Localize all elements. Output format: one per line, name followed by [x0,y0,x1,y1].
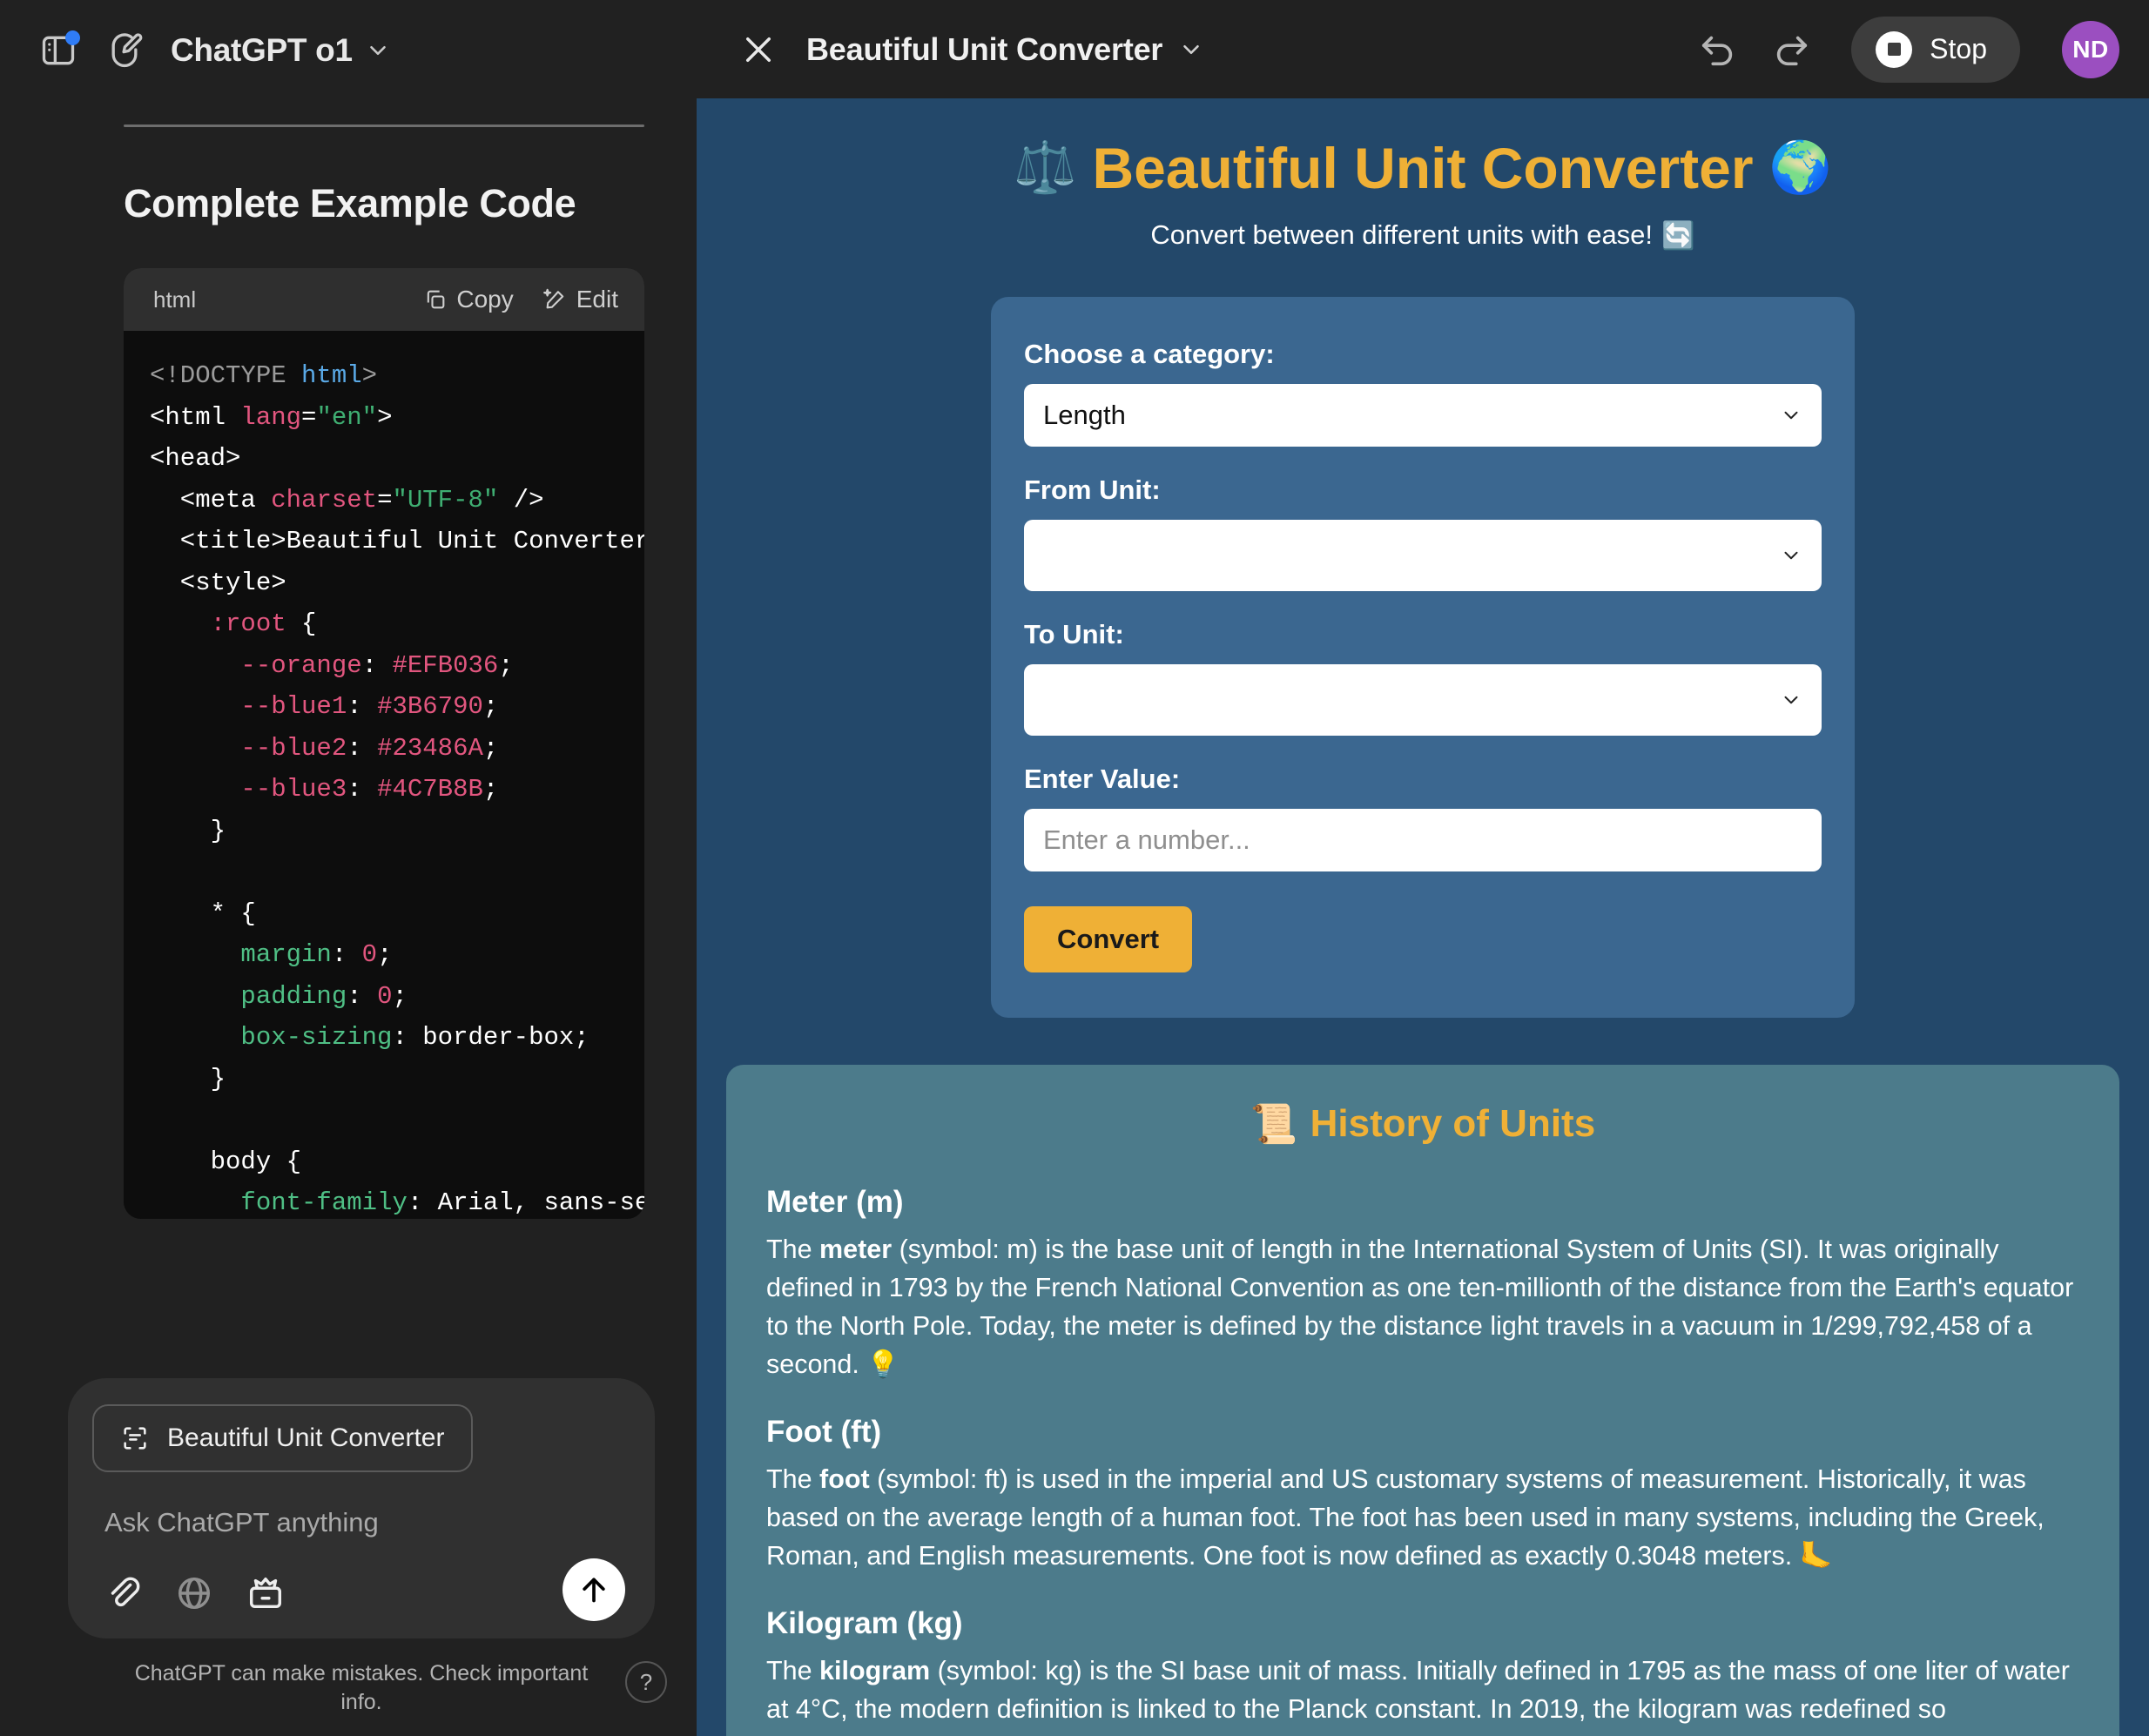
chevron-down-icon [1183,44,1200,54]
history-card: 📜 History of Units Meter (m) The meter (… [726,1064,2119,1736]
to-unit-label: To Unit: [1024,618,1124,649]
balance-scale-icon: ⚖️ [1014,139,1077,197]
chevron-down-icon [369,45,386,55]
value-input[interactable]: Enter a number... [1024,808,1822,871]
history-entry-term: foot [819,1463,870,1494]
scroll-icon: 📜 [1250,1102,1298,1146]
history-entry-term: meter [819,1234,893,1264]
tools-toolbox-icon[interactable] [246,1573,286,1618]
canvas-panel: Beautiful Unit Converter Stop ND ⚖️ Beau… [697,0,2149,1736]
close-canvas-button[interactable] [733,24,784,75]
stop-button-label: Stop [1930,33,1987,64]
notification-dot [65,30,80,45]
close-icon [746,37,771,62]
history-entry-term: kilogram [819,1655,931,1686]
canvas-document-icon [124,1427,146,1450]
canvas-topbar: Beautiful Unit Converter Stop ND [697,0,2149,98]
message-heading: Complete Example Code [124,181,576,225]
history-title-label: History of Units [1310,1101,1596,1145]
value-input-placeholder: Enter a number... [1043,824,1250,855]
from-unit-label: From Unit: [1024,474,1161,505]
code-block-body[interactable]: <!DOCTYPE html> <html lang="en"> <head> … [124,331,644,1219]
page-title-label: Beautiful Unit Converter [1092,136,1754,200]
composer-tools [92,1538,630,1621]
globe-icon: 🌍 [1768,139,1832,197]
history-entry-heading: Kilogram (kg) [766,1605,963,1640]
edit-pencil-icon [542,288,563,309]
history-entry-heading: Meter (m) [766,1184,904,1219]
category-select[interactable]: Length [1024,383,1822,447]
copy-code-button[interactable]: Copy [423,286,514,313]
copy-icon [428,290,445,309]
history-entry-body: The meter (symbol: m) is the base unit o… [766,1234,2074,1379]
history-entry: Meter (m) The meter (symbol: m) is the b… [766,1185,2079,1383]
stop-button[interactable]: Stop [1851,16,2020,83]
convert-button[interactable]: Convert [1024,905,1193,972]
page-subtitle: Convert between different units with eas… [1150,219,1694,252]
code-block-actions: Copy Edit [423,286,618,313]
send-button[interactable] [563,1558,625,1621]
enter-value-label: Enter Value: [1024,763,1181,794]
page-title: ⚖️ Beautiful Unit Converter 🌍 [1014,137,1832,200]
converter-form: Choose a category: Length From Unit: To … [991,296,1855,1018]
attachment-chip[interactable]: Beautiful Unit Converter [92,1404,473,1472]
category-select-value: Length [1043,399,1126,430]
avatar[interactable]: ND [2062,20,2119,78]
composer[interactable]: Beautiful Unit Converter Ask ChatGPT any… [68,1378,655,1638]
canvas-title-label: Beautiful Unit Converter [806,30,1163,67]
model-selector-label: ChatGPT o1 [171,31,353,68]
attach-file-icon[interactable] [103,1573,143,1618]
redo-button[interactable] [1766,24,1816,75]
history-entry: Kilogram (kg) The kilogram (symbol: kg) … [766,1606,2079,1728]
chat-panel: ChatGPT o1 Complete Example Code html Co… [0,0,697,1736]
history-entry-body: The foot (symbol: ft) is used in the imp… [766,1463,2045,1571]
disclaimer-text: ChatGPT can make mistakes. Check importa… [134,1661,589,1714]
chevron-down-icon [1784,696,1798,703]
page-subtitle-label: Convert between different units with eas… [1150,219,1654,251]
chevron-down-icon [1784,411,1798,419]
redo-icon [1777,36,1808,65]
attachment-chip-label: Beautiful Unit Converter [167,1423,445,1452]
undo-icon [1702,36,1733,65]
history-title: 📜 History of Units [766,1101,2079,1147]
sidebar-toggle-icon[interactable] [33,25,84,76]
code-block: html Copy Edit <!DOCTYPE html> <html lan… [124,268,644,1219]
stop-icon [1876,30,1913,68]
history-entry: Foot (ft) The foot (symbol: ft) is used … [766,1415,2079,1575]
chevron-down-icon [1784,551,1798,559]
help-button[interactable]: ? [625,1661,667,1703]
arrow-up-icon [583,1578,605,1603]
message-input[interactable]: Ask ChatGPT anything [92,1472,630,1538]
refresh-arrows-icon: 🔄 [1661,219,1695,251]
undo-button[interactable] [1693,24,1743,75]
category-label: Choose a category: [1024,338,1275,369]
app-root: ChatGPT o1 Complete Example Code html Co… [0,0,2149,1736]
composer-wrap: Beautiful Unit Converter Ask ChatGPT any… [0,1378,697,1736]
code-block-header: html Copy Edit [124,268,644,331]
history-entry-body: The kilogram (symbol: kg) is the SI base… [766,1655,2070,1724]
code-language-label: html [153,286,197,313]
canvas-title[interactable]: Beautiful Unit Converter [806,31,1204,68]
canvas-content[interactable]: ⚖️ Beautiful Unit Converter 🌍 Convert be… [697,98,2149,1736]
history-entry-heading: Foot (ft) [766,1414,882,1449]
web-search-globe-icon[interactable] [174,1573,214,1618]
chat-topbar: ChatGPT o1 [0,0,697,100]
copy-code-label: Copy [456,286,514,313]
composer-footer: ChatGPT can make mistakes. Check importa… [68,1647,667,1736]
edit-code-label: Edit [576,286,618,313]
model-selector[interactable]: ChatGPT o1 [171,32,391,69]
to-unit-select[interactable] [1024,663,1822,736]
edit-code-button[interactable]: Edit [542,286,618,313]
from-unit-select[interactable] [1024,519,1822,591]
new-chat-icon[interactable] [99,25,150,76]
